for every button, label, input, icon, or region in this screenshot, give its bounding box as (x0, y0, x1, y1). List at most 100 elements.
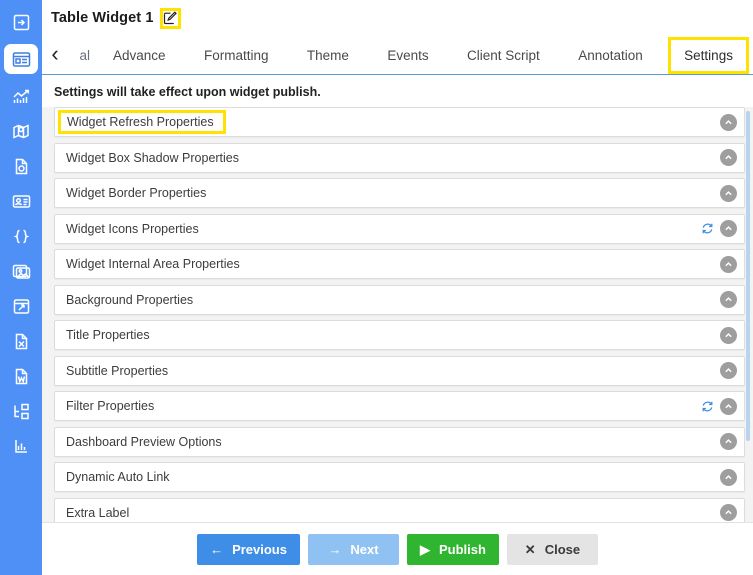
settings-row-label: Widget Box Shadow Properties (66, 150, 240, 165)
settings-row-title-properties[interactable]: Title Properties (54, 320, 745, 350)
tab-settings[interactable]: Settings (668, 37, 749, 74)
publish-button-label: Publish (438, 541, 486, 557)
word-file-icon (15, 368, 27, 384)
previous-button-label: Previous (232, 541, 287, 557)
settings-scrollbar[interactable] (746, 111, 750, 441)
window-icon (13, 298, 29, 314)
chevron-up-icon[interactable] (720, 433, 737, 450)
settings-row-background-properties[interactable]: Background Properties (54, 284, 745, 315)
left-sidebar (0, 0, 42, 575)
settings-row-label: Widget Border Properties (66, 186, 207, 200)
settings-row-actions (700, 397, 744, 415)
sidebar-item-word[interactable] (4, 363, 38, 389)
widget-titlebar: Table Widget 1 (42, 0, 753, 36)
chevron-up-icon[interactable] (720, 326, 737, 344)
settings-row-widget-internal-area-properties[interactable]: Widget Internal Area Properties (54, 249, 745, 279)
settings-row-widget-icons-properties[interactable]: Widget Icons Properties (54, 213, 745, 244)
settings-row-dynamic-auto-link[interactable]: Dynamic Auto Link (54, 462, 745, 492)
settings-row-widget-border-properties[interactable]: Widget Border Properties (54, 178, 745, 208)
sidebar-item-dashboard[interactable] (4, 44, 38, 74)
settings-row-label: Filter Properties (66, 399, 155, 413)
sidebar-item-image[interactable] (4, 258, 38, 284)
settings-row-label: Title Properties (66, 328, 150, 342)
settings-row-actions (720, 113, 744, 131)
dashboard-icon (12, 51, 30, 67)
chevron-up-icon[interactable] (720, 362, 737, 379)
sidebar-item-map[interactable] (4, 118, 38, 144)
document-icon (15, 158, 27, 174)
close-button[interactable]: ✕ Close (506, 533, 598, 565)
tab-list: Advance Formatting Theme Events Client S… (68, 36, 753, 74)
chevron-up-icon[interactable] (720, 184, 737, 202)
settings-row-actions (720, 291, 744, 308)
publish-button[interactable]: ▶ Publish (406, 533, 499, 565)
settings-row-widget-box-shadow-properties[interactable]: Widget Box Shadow Properties (54, 142, 745, 173)
excel-file-icon (15, 333, 27, 349)
close-x-icon: ✕ (524, 541, 536, 557)
settings-row-actions (720, 504, 744, 521)
settings-row-dashboard-preview-options[interactable]: Dashboard Preview Options (54, 426, 745, 457)
chevron-up-icon[interactable] (720, 149, 737, 166)
tab-bar: ‹ al Advance Formatting Theme Events Cli… (42, 36, 753, 75)
image-icon (12, 264, 30, 279)
chart-icon (12, 89, 29, 103)
settings-row-widget-refresh-properties[interactable]: Widget Refresh Properties (54, 107, 745, 137)
tab-advance[interactable]: Advance (100, 36, 179, 74)
sidebar-item-excel[interactable] (4, 328, 38, 354)
tab-annotation[interactable]: Annotation (565, 36, 656, 74)
sidebar-item-document[interactable] (4, 153, 38, 179)
chevron-up-icon[interactable] (720, 220, 737, 237)
refresh-icon[interactable] (700, 399, 714, 413)
settings-row-actions (720, 362, 744, 379)
settings-row-subtitle-properties[interactable]: Subtitle Properties (54, 355, 745, 386)
map-icon (12, 123, 29, 139)
close-button-label: Close (544, 541, 581, 557)
refresh-icon[interactable] (700, 222, 714, 236)
settings-panel: Settings will take effect upon widget pu… (42, 75, 753, 555)
settings-row-label: Dashboard Preview Options (66, 434, 222, 449)
id-card-icon (12, 194, 30, 208)
arrow-right-icon: → (328, 541, 342, 557)
next-button-label: Next (350, 541, 379, 557)
chevron-up-icon[interactable] (720, 468, 737, 486)
settings-row-actions (720, 255, 744, 273)
settings-row-label: Widget Internal Area Properties (66, 257, 240, 271)
settings-row-actions (720, 326, 744, 344)
play-icon: ▶ (419, 541, 430, 557)
chevron-up-icon[interactable] (720, 397, 737, 415)
code-braces-icon (13, 229, 29, 243)
chevron-up-icon[interactable] (720, 504, 737, 521)
expand-panel-icon (13, 14, 29, 30)
sidebar-item-window[interactable] (4, 293, 38, 319)
chevron-up-icon[interactable] (720, 255, 737, 273)
edit-pencil-icon (163, 11, 177, 25)
chevron-up-icon[interactable] (720, 113, 737, 131)
sidebar-item-hierarchy[interactable] (4, 398, 38, 424)
sidebar-item-expand-panel[interactable] (4, 9, 38, 35)
settings-row-actions (720, 468, 744, 486)
hierarchy-icon (13, 403, 29, 419)
sidebar-item-code[interactable] (4, 223, 38, 249)
settings-row-actions (720, 149, 744, 166)
chevron-up-icon[interactable] (720, 291, 737, 308)
page-title: Table Widget 1 (51, 10, 154, 26)
settings-notice: Settings will take effect upon widget pu… (42, 75, 753, 107)
edit-title-button[interactable] (159, 7, 181, 29)
tab-client-script[interactable]: Client Script (454, 36, 553, 74)
settings-row-label: Widget Refresh Properties (58, 109, 226, 135)
tab-events[interactable]: Events (374, 36, 441, 74)
sidebar-item-report[interactable] (4, 433, 38, 459)
settings-row-label: Widget Icons Properties (66, 221, 199, 236)
sidebar-item-charts[interactable] (4, 83, 38, 109)
tab-theme[interactable]: Theme (294, 36, 362, 74)
dialog-footer: ← Previous → Next ▶ Publish ✕ Close (42, 522, 753, 575)
bar-chart-icon (14, 439, 27, 453)
tab-formatting[interactable]: Formatting (191, 36, 282, 74)
previous-button[interactable]: ← Previous (197, 533, 300, 565)
tabs-scroll-left-button[interactable]: ‹ (42, 36, 68, 74)
settings-row-label: Dynamic Auto Link (66, 470, 170, 484)
next-button[interactable]: → Next (307, 533, 399, 565)
settings-row-filter-properties[interactable]: Filter Properties (54, 391, 745, 421)
sidebar-item-card[interactable] (4, 188, 38, 214)
settings-row-actions (700, 220, 744, 237)
